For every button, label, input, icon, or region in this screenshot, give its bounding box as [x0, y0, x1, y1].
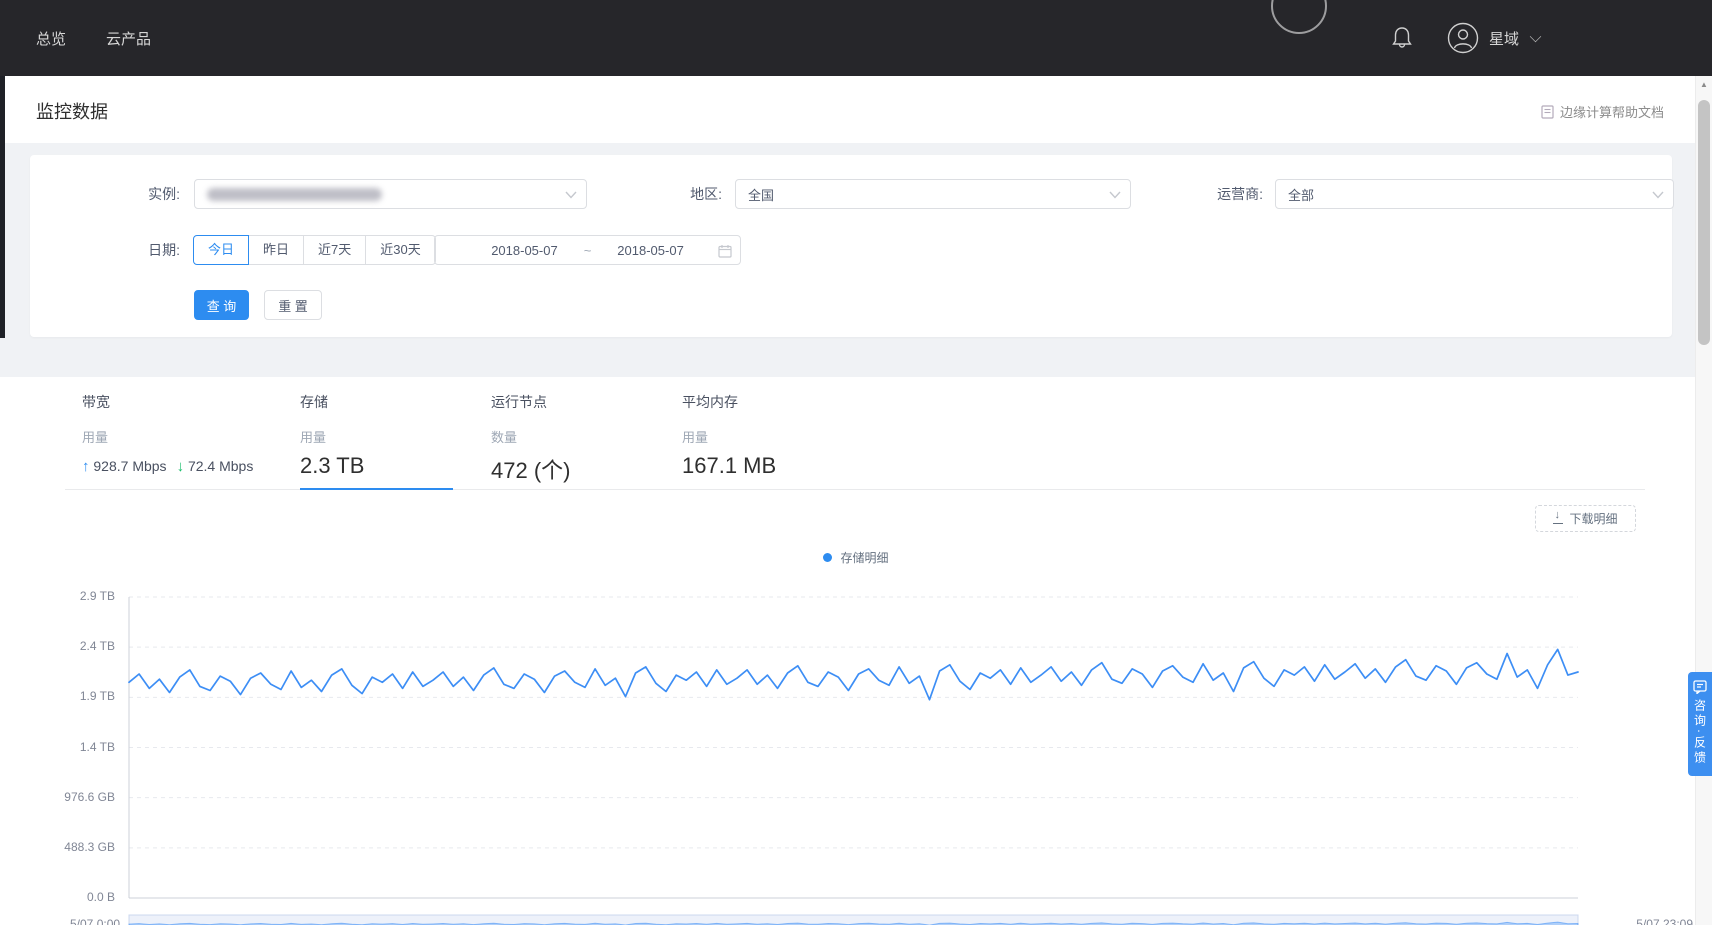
stat-title: 存储	[300, 392, 453, 412]
y-axis-tick: 2.9 TB	[30, 589, 115, 603]
reset-button[interactable]: 重 置	[264, 290, 322, 320]
page-scrollbar[interactable]: ▲	[1695, 76, 1712, 925]
user-menu[interactable]: 星域	[1447, 22, 1542, 54]
date-preset-30days[interactable]: 近30天	[366, 235, 435, 265]
scrollbar-up-arrow[interactable]: ▲	[1696, 80, 1712, 89]
feedback-chat-icon	[1693, 680, 1707, 694]
stat-title: 运行节点	[491, 392, 682, 412]
region-value: 全国	[748, 185, 774, 204]
download-label: 下载明细	[1569, 510, 1617, 527]
nodes-value: 472 (个)	[491, 453, 682, 485]
up-arrow-icon: ↑	[82, 458, 90, 475]
nav-item-cloud-products[interactable]: 云产品	[106, 28, 151, 49]
doc-icon	[1541, 105, 1554, 119]
legend-label: 存储明细	[840, 549, 888, 566]
legend-dot-icon	[823, 553, 832, 562]
down-arrow-icon: ↓	[177, 458, 185, 475]
carrier-value: 全部	[1288, 185, 1314, 204]
y-axis-tick: 0.0 B	[30, 890, 115, 904]
active-tab-underline	[300, 488, 453, 490]
tab-bandwidth[interactable]: 带宽 用量 ↑ 928.7 Mbps ↓ 72.4 Mbps	[82, 392, 300, 475]
stat-subtitle: 数量	[491, 427, 682, 446]
monitoring-page: 总览 云产品 星域 监控数据	[0, 0, 1712, 925]
chevron-down-icon	[1109, 191, 1121, 199]
date-range-input[interactable]: 2018-05-07 ~ 2018-05-07	[434, 235, 741, 265]
date-preset-group: 今日 昨日 近7天 近30天	[194, 235, 436, 265]
carrier-select[interactable]: 全部	[1275, 179, 1674, 209]
help-doc-link[interactable]: 边缘计算帮助文档	[1541, 102, 1664, 121]
storage-line-chart: 0.0 B 488.3 GB 976.6 GB 1.4 TB 1.9 TB 2.4 TB 2…	[0, 565, 1712, 925]
page-header: 监控数据 边缘计算帮助文档	[0, 76, 1712, 143]
chart-legend[interactable]: 存储明细	[0, 549, 1712, 566]
y-axis-tick: 1.9 TB	[30, 689, 115, 703]
filter-panel: 实例: 地区: 全国 运营商: 全部 日期: 今日 昨日 近7天 近30天 20…	[30, 155, 1672, 337]
notification-bell-icon[interactable]	[1391, 26, 1413, 50]
nav-item-overview[interactable]: 总览	[36, 28, 66, 49]
query-button[interactable]: 查 询	[194, 290, 249, 320]
metrics-chart-card: 带宽 用量 ↑ 928.7 Mbps ↓ 72.4 Mbps 存储 用量 2.3…	[0, 377, 1712, 925]
avatar-icon	[1447, 22, 1479, 54]
memory-value: 167.1 MB	[682, 453, 852, 479]
chevron-down-icon	[1530, 30, 1541, 41]
arc-decoration	[1271, 0, 1327, 34]
feedback-tab-label: 咨询·反馈	[1692, 699, 1709, 766]
date-preset-7days[interactable]: 近7天	[304, 235, 366, 265]
date-label: 日期:	[90, 235, 180, 265]
instance-label: 实例:	[90, 179, 180, 209]
stat-subtitle: 用量	[82, 427, 300, 446]
download-value: 72.4 Mbps	[188, 458, 253, 474]
instance-select[interactable]	[194, 179, 587, 209]
tab-running-nodes[interactable]: 运行节点 数量 472 (个)	[491, 392, 682, 485]
user-name: 星域	[1489, 28, 1519, 49]
y-axis-tick: 1.4 TB	[30, 740, 115, 754]
download-details-button[interactable]: 下载明细	[1535, 505, 1636, 532]
date-separator: ~	[584, 243, 592, 258]
calendar-icon	[718, 244, 732, 258]
instance-value-redacted	[207, 188, 382, 201]
date-preset-today[interactable]: 今日	[193, 235, 249, 265]
chevron-down-icon	[565, 191, 577, 199]
x-axis-start-label: 5/07 0:00	[70, 917, 120, 925]
stat-subtitle: 用量	[300, 427, 453, 446]
tab-avg-memory[interactable]: 平均内存 用量 167.1 MB	[682, 392, 852, 479]
stat-title: 带宽	[82, 392, 300, 412]
date-to: 2018-05-07	[617, 243, 684, 258]
help-doc-label: 边缘计算帮助文档	[1560, 102, 1664, 121]
stat-subtitle: 用量	[682, 427, 852, 446]
upload-value: 928.7 Mbps	[93, 458, 166, 474]
scrollbar-thumb[interactable]	[1698, 100, 1710, 345]
tab-storage[interactable]: 存储 用量 2.3 TB	[300, 392, 453, 479]
page-title: 监控数据	[36, 98, 108, 124]
download-icon	[1553, 513, 1563, 524]
date-from: 2018-05-07	[491, 243, 558, 258]
feedback-tab[interactable]: 咨询·反馈	[1688, 672, 1712, 776]
region-label: 地区:	[630, 179, 722, 209]
y-axis-tick: 976.6 GB	[30, 790, 115, 804]
storage-value: 2.3 TB	[300, 453, 453, 479]
y-axis-tick: 488.3 GB	[30, 840, 115, 854]
carrier-label: 运营商:	[1155, 179, 1263, 209]
top-navbar: 总览 云产品 星域	[0, 0, 1712, 76]
date-preset-yesterday[interactable]: 昨日	[249, 235, 304, 265]
region-select[interactable]: 全国	[735, 179, 1131, 209]
chevron-down-icon	[1652, 191, 1664, 199]
stat-title: 平均内存	[682, 392, 852, 412]
x-axis-end-label: 5/07 23:09	[1558, 917, 1693, 925]
y-axis-tick: 2.4 TB	[30, 639, 115, 653]
left-edge-strip	[0, 76, 5, 338]
